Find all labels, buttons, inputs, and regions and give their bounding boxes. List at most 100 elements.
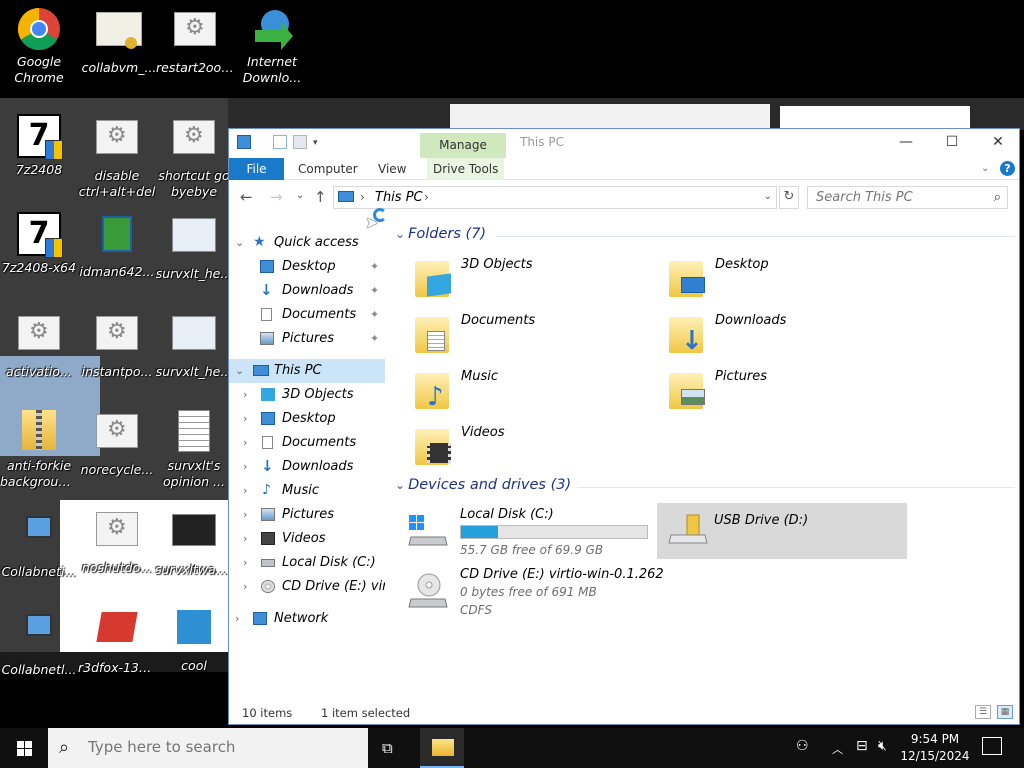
nav-pc-local-disk[interactable]: › Local Disk (C:) bbox=[229, 551, 385, 575]
chevron-right-icon[interactable]: › bbox=[243, 551, 247, 575]
chevron-down-icon[interactable]: ⌄ bbox=[235, 231, 244, 255]
search-input[interactable] bbox=[808, 187, 978, 208]
taskbar-file-explorer[interactable] bbox=[420, 728, 464, 768]
nav-pc-pictures[interactable]: › Pictures bbox=[229, 503, 385, 527]
desktop-icon-7z2408[interactable]: 7 7z2408 bbox=[0, 114, 78, 178]
section-drives-header[interactable]: ⌄ Devices and drives (3) bbox=[395, 477, 571, 493]
folder-pictures[interactable]: Pictures bbox=[665, 365, 915, 417]
desktop-icon-survxlt-opinion[interactable]: survxlt's opinion ... bbox=[155, 408, 233, 490]
tab-view[interactable]: View bbox=[378, 158, 406, 180]
folder-music[interactable]: ♪ Music bbox=[411, 365, 661, 417]
nav-quick-access[interactable]: ⌄ ★ Quick access bbox=[229, 231, 385, 255]
section-folders-header[interactable]: ⌄ Folders (7) bbox=[395, 226, 486, 242]
expand-ribbon-chevron-icon[interactable]: ⌄ bbox=[981, 158, 989, 180]
desktop-icon-survxlt-he-1[interactable]: survxlt_he... bbox=[155, 212, 233, 282]
desktop-icon-anti-forkie[interactable]: anti-forkie backgrounds bbox=[0, 408, 78, 490]
back-arrow-icon[interactable]: ← bbox=[240, 188, 253, 206]
customize-toolbar-icon[interactable]: ▾ bbox=[313, 138, 327, 152]
system-clock[interactable]: 9:54 PM 12/15/2024 bbox=[898, 731, 972, 765]
recent-locations-chevron-icon[interactable]: ⌄ bbox=[296, 190, 304, 201]
desktop-icon-shortcut-go-byebye[interactable]: shortcut go byebye bbox=[155, 114, 233, 200]
nav-pc-downloads[interactable]: › ↓ Downloads bbox=[229, 455, 385, 479]
nav-this-pc[interactable]: ⌄ This PC bbox=[229, 359, 385, 383]
refresh-icon[interactable]: ↻ bbox=[779, 186, 799, 209]
start-button[interactable] bbox=[0, 728, 48, 768]
chevron-right-icon[interactable]: › bbox=[243, 431, 247, 455]
maximize-button[interactable]: ☐ bbox=[929, 129, 975, 158]
large-icons-view-icon[interactable]: ▦ bbox=[997, 705, 1013, 719]
details-view-icon[interactable]: ☰ bbox=[975, 705, 991, 719]
chevron-right-icon[interactable]: › bbox=[235, 607, 239, 631]
chevron-right-icon[interactable]: › bbox=[243, 479, 247, 503]
breadcrumb-separator[interactable]: › bbox=[424, 190, 429, 204]
chevron-right-icon[interactable]: › bbox=[243, 575, 247, 599]
desktop-icon-survxlt-he-2[interactable]: survxlt_he... bbox=[155, 310, 233, 380]
pin-icon[interactable]: ✦ bbox=[370, 279, 379, 303]
tab-manage[interactable]: Manage bbox=[420, 133, 506, 158]
desktop-icon-norecycle[interactable]: norecycle... bbox=[78, 408, 156, 478]
chevron-down-icon[interactable]: ⌄ bbox=[235, 359, 244, 383]
chevron-right-icon[interactable]: › bbox=[243, 455, 247, 479]
tab-computer[interactable]: Computer bbox=[298, 158, 358, 180]
desktop-icon-collabnet-2[interactable]: Collabnetl... bbox=[0, 604, 78, 678]
chevron-right-icon[interactable]: › bbox=[243, 383, 247, 407]
desktop-icon-collabnet-1[interactable]: Collabneti... bbox=[0, 506, 78, 580]
desktop-icon-idman[interactable]: idman642... bbox=[78, 212, 156, 280]
nav-quick-pictures[interactable]: Pictures ✦ bbox=[229, 327, 385, 351]
desktop-icon-collabvm[interactable]: collabvm_... bbox=[80, 6, 158, 76]
nav-quick-documents[interactable]: Documents ✦ bbox=[229, 303, 385, 327]
task-view-icon[interactable]: ⧉ bbox=[382, 739, 393, 757]
taskbar-search-input[interactable] bbox=[88, 738, 358, 756]
up-arrow-icon[interactable]: ↑ bbox=[314, 188, 327, 206]
drive-cd-e[interactable]: CD Drive (E:) virtio-win-0.1.262 0 bytes… bbox=[397, 563, 664, 641]
address-dropdown-chevron-icon[interactable]: ⌄ bbox=[764, 191, 772, 202]
close-button[interactable]: ✕ bbox=[975, 129, 1021, 158]
drive-local-disk-c[interactable]: Local Disk (C:) 55.7 GB free of 69.9 GB bbox=[397, 503, 649, 559]
tab-file[interactable]: File bbox=[229, 158, 284, 180]
address-bar[interactable]: › This PC › ⌄ bbox=[333, 186, 777, 209]
tab-drive-tools[interactable]: Drive Tools bbox=[427, 158, 505, 180]
desktop-icon-survxltwas[interactable]: survxltwas... bbox=[155, 506, 233, 578]
nav-quick-downloads[interactable]: ↓ Downloads ✦ bbox=[229, 279, 385, 303]
nav-pc-cd-drive[interactable]: › CD Drive (E:) virtio-win-0.1.262 bbox=[229, 575, 385, 599]
chevron-down-icon[interactable]: ⌄ bbox=[395, 227, 405, 241]
desktop-icon-r3dfox[interactable]: r3dfox-132... bbox=[78, 604, 156, 676]
nav-network[interactable]: › Network bbox=[229, 607, 385, 631]
nav-pc-documents[interactable]: › Documents bbox=[229, 431, 385, 455]
pin-icon[interactable]: ✦ bbox=[370, 303, 379, 327]
desktop-icon-idm[interactable]: Internet Downlo... bbox=[233, 6, 311, 86]
title-bar[interactable]: ▾ Manage This PC — ☐ ✕ bbox=[229, 129, 1019, 158]
chevron-down-icon[interactable]: ⌄ bbox=[395, 478, 405, 492]
desktop-icon-disable-cad[interactable]: disable ctrl+alt+del bbox=[78, 114, 156, 200]
people-icon[interactable]: ⚇ bbox=[796, 738, 809, 754]
minimize-button[interactable]: — bbox=[883, 129, 929, 158]
pin-icon[interactable]: ✦ bbox=[370, 255, 379, 279]
nav-pc-videos[interactable]: › Videos bbox=[229, 527, 385, 551]
nav-pc-3d-objects[interactable]: › 3D Objects bbox=[229, 383, 385, 407]
nav-pc-music[interactable]: › ♪ Music bbox=[229, 479, 385, 503]
pin-icon[interactable]: ✦ bbox=[370, 327, 379, 351]
volume-muted-icon[interactable]: 🔇︎ bbox=[878, 738, 887, 754]
folder-downloads[interactable]: ↓ Downloads bbox=[665, 309, 915, 361]
desktop-icon-7z2408-x64[interactable]: 7 7z2408-x64 bbox=[0, 212, 78, 276]
desktop-icon-activation[interactable]: activatio... bbox=[0, 310, 78, 380]
show-hidden-icons-chevron-icon[interactable]: ︿ bbox=[832, 741, 843, 757]
network-status-icon[interactable]: ⊟ bbox=[856, 738, 868, 754]
chevron-right-icon[interactable]: › bbox=[243, 527, 247, 551]
forward-arrow-icon[interactable]: → bbox=[270, 188, 283, 206]
folder-3d-objects[interactable]: 3D Objects bbox=[411, 253, 661, 305]
drive-usb-d[interactable]: USB Drive (D:) bbox=[657, 503, 907, 559]
folder-documents[interactable]: Documents bbox=[411, 309, 661, 361]
desktop-icon-noshutdown[interactable]: noshutdo... bbox=[78, 506, 156, 576]
taskbar-search-box[interactable]: ⌕ bbox=[48, 728, 368, 768]
desktop-icon-cool[interactable]: cool bbox=[155, 604, 233, 674]
help-icon[interactable]: ? bbox=[1000, 161, 1015, 176]
chevron-right-icon[interactable]: › bbox=[243, 503, 247, 527]
breadcrumb-this-pc[interactable]: This PC bbox=[375, 190, 423, 205]
new-folder-icon[interactable] bbox=[293, 135, 307, 149]
folder-videos[interactable]: Videos bbox=[411, 421, 661, 473]
desktop-icon-instantpo[interactable]: instantpo... bbox=[78, 310, 156, 380]
chevron-right-icon[interactable]: › bbox=[243, 407, 247, 431]
nav-quick-desktop[interactable]: Desktop ✦ bbox=[229, 255, 385, 279]
properties-icon[interactable] bbox=[273, 135, 287, 149]
